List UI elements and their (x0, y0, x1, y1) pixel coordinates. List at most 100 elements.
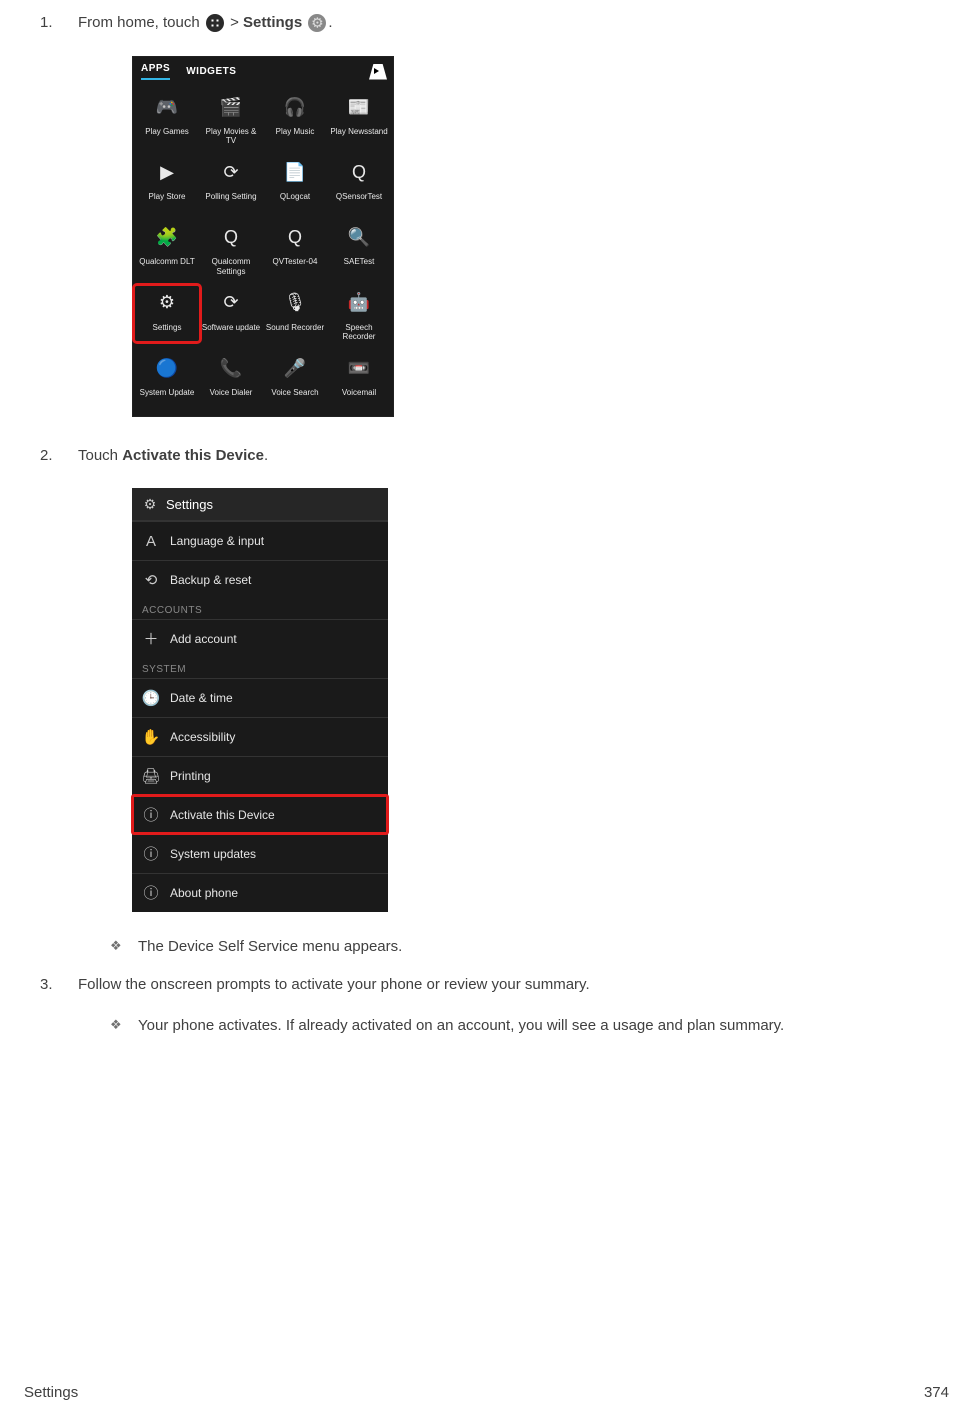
info-icon: ⓘ (142, 884, 160, 902)
app-play-games[interactable]: 🎮 Play Games (135, 90, 199, 145)
step-2-text: Touch Activate this Device. (78, 447, 268, 464)
app-icon: 🎬 (214, 90, 248, 124)
app-label: Voicemail (342, 388, 376, 406)
settings-section-system: SYSTEM (132, 658, 388, 678)
settings-row-label: Add account (170, 632, 237, 646)
app-icon: ⟳ (214, 155, 248, 189)
app-icon: Q (278, 220, 312, 254)
app-label: Settings (153, 323, 182, 341)
app-icon: 📞 (214, 351, 248, 385)
app-icon: 🔵 (150, 351, 184, 385)
step-1: 1. From home, touch > Settings . APPS WI… (24, 14, 949, 417)
step-2-period: . (264, 447, 268, 464)
app-voice-search[interactable]: 🎤 Voice Search (263, 351, 327, 406)
app-voice-dialer[interactable]: 📞 Voice Dialer (199, 351, 263, 406)
app-play-newsstand[interactable]: 📰Play Newsstand (327, 90, 391, 145)
settings-title: Settings (166, 497, 213, 512)
app-icon: 🎮 (150, 90, 184, 124)
app-label: Play Store (149, 192, 186, 210)
app-icon: 🎧 (278, 90, 312, 124)
app-speech-recorder[interactable]: 🤖Speech Recorder (327, 286, 391, 341)
app-label: Polling Setting (205, 192, 256, 210)
app-label: QSensorTest (336, 192, 382, 210)
app-voicemail[interactable]: 📼 Voicemail (327, 351, 391, 406)
hand-icon: ✋ (142, 728, 160, 746)
footer-page-number: 374 (924, 1384, 949, 1401)
settings-row-date[interactable]: 🕒 Date & time (132, 678, 388, 717)
settings-row-label: Date & time (170, 691, 233, 705)
app-qualcomm-dlt[interactable]: 🧩Qualcomm DLT (135, 220, 199, 275)
app-label: Voice Dialer (210, 388, 253, 406)
step-3: 3. Follow the onscreen prompts to activa… (24, 976, 949, 1037)
settings-section-accounts: ACCOUNTS (132, 599, 388, 619)
step-2-prefix: Touch (78, 447, 122, 464)
settings-row-label: Printing (170, 769, 211, 783)
shop-icon[interactable] (369, 64, 387, 80)
app-label: SAETest (344, 257, 375, 275)
app-system-update[interactable]: 🔵System Update (135, 351, 199, 406)
app-label: Play Movies & TV (201, 127, 261, 145)
step-2-bold: Activate this Device (122, 447, 264, 464)
app-saetest[interactable]: 🔍 SAETest (327, 220, 391, 275)
page-footer: Settings 374 (24, 1384, 949, 1401)
step-3-text: Follow the onscreen prompts to activate … (78, 976, 590, 993)
gear-icon: ⚙ (142, 496, 158, 512)
app-label: Play Music (276, 127, 315, 145)
step-2-number: 2. (40, 447, 53, 464)
app-icon: 📼 (342, 351, 376, 385)
tab-apps[interactable]: APPS (141, 63, 170, 80)
apps-icon (206, 14, 224, 32)
settings-row-add-account[interactable]: ＋ Add account (132, 619, 388, 658)
settings-row-backup[interactable]: ⟲ Backup & reset (132, 560, 388, 599)
app-qsensortest[interactable]: QQSensorTest (327, 155, 391, 210)
app-label: Software update (202, 323, 260, 341)
app-sound-recorder[interactable]: 🎙 Sound Recorder (263, 286, 327, 341)
app-icon: 🎤 (278, 351, 312, 385)
step-1-settings-word: Settings (243, 14, 302, 31)
step-3-number: 3. (40, 976, 53, 993)
settings-row-language[interactable]: A Language & input (132, 521, 388, 560)
settings-row-accessibility[interactable]: ✋ Accessibility (132, 717, 388, 756)
app-icon: Q (214, 220, 248, 254)
printer-icon: 🖨 (142, 767, 160, 785)
app-qlogcat[interactable]: 📄QLogcat (263, 155, 327, 210)
settings-row-activate[interactable]: ⓘ Activate this Device (132, 795, 388, 834)
info-icon: ⓘ (142, 806, 160, 824)
app-label: Qualcomm DLT (139, 257, 194, 275)
step-2-sub-bullet: The Device Self Service menu appears. (110, 936, 949, 958)
apps-tabbar: APPS WIDGETS (133, 57, 393, 82)
step-1-prefix: From home, touch (78, 14, 204, 31)
app-icon: 🤖 (342, 286, 376, 320)
app-label: QVTester-04 (273, 257, 318, 275)
app-software-update[interactable]: ⟳ Software update (199, 286, 263, 341)
app-label: Voice Search (271, 388, 318, 406)
app-icon: ▶ (150, 155, 184, 189)
settings-row-printing[interactable]: 🖨 Printing (132, 756, 388, 795)
app-icon: 📰 (342, 90, 376, 124)
settings-row-label: Accessibility (170, 730, 235, 744)
settings-row-label: Backup & reset (170, 573, 251, 587)
app-play-music[interactable]: 🎧 Play Music (263, 90, 327, 145)
settings-row-about[interactable]: ⓘ About phone (132, 873, 388, 912)
app-icon: 🎙 (278, 286, 312, 320)
settings-row-label: Activate this Device (170, 808, 275, 822)
footer-section: Settings (24, 1384, 78, 1401)
app-play-store[interactable]: ▶ Play Store (135, 155, 199, 210)
app-qualcomm-settings[interactable]: Q Qualcomm Settings (199, 220, 263, 275)
tab-widgets[interactable]: WIDGETS (186, 66, 236, 77)
step-1-number: 1. (40, 14, 53, 31)
app-qvtester-04[interactable]: Q QVTester-04 (263, 220, 327, 275)
app-label: Qualcomm Settings (201, 257, 261, 275)
app-icon: 📄 (278, 155, 312, 189)
app-play-movies-tv[interactable]: 🎬 Play Movies & TV (199, 90, 263, 145)
info-icon: ⓘ (142, 845, 160, 863)
settings-row-system-updates[interactable]: ⓘ System updates (132, 834, 388, 873)
app-polling-setting[interactable]: ⟳ Polling Setting (199, 155, 263, 210)
step-3-sub-bullet: Your phone activates. If already activat… (110, 1015, 949, 1037)
app-icon: ⟳ (214, 286, 248, 320)
backup-icon: ⟲ (142, 571, 160, 589)
app-settings[interactable]: ⚙Settings (135, 286, 199, 341)
app-icon: 🔍 (342, 220, 376, 254)
app-label: Play Games (145, 127, 189, 145)
app-label: Sound Recorder (266, 323, 324, 341)
